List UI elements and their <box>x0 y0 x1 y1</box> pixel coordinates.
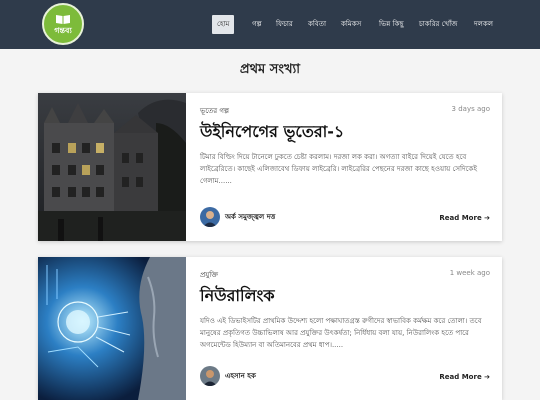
avatar <box>200 366 220 386</box>
nav-item-home[interactable]: হোম <box>212 15 235 34</box>
site-logo[interactable]: গন্তব্য <box>42 3 84 45</box>
avatar-image <box>200 207 220 227</box>
logo-text: গন্তব্য <box>54 25 72 35</box>
page-title: প্রথম সংখ্যা <box>239 62 301 77</box>
nav-item-story[interactable]: গল্প <box>252 15 262 34</box>
book-icon <box>56 14 70 24</box>
nav-item-team[interactable]: দলকল <box>474 15 493 34</box>
post-card[interactable]: প্রযুক্তি 1 week ago নিউরালিংক যদিও এই ড… <box>38 257 502 400</box>
avatar <box>200 207 220 227</box>
nav-item-poem[interactable]: কবিতা <box>308 15 326 34</box>
post-title[interactable]: উইনিপেগের ভূতেরা-১ <box>200 119 344 146</box>
post-time: 1 week ago <box>449 269 490 277</box>
post-thumbnail[interactable] <box>38 93 186 241</box>
post-author[interactable]: অর্ক সমুজ্জ্বল দত্ত <box>200 207 275 227</box>
post-category[interactable]: ভূতের গল্প <box>200 105 229 117</box>
nav-item-jobs[interactable]: চাকরির খোঁজ <box>419 15 457 34</box>
author-name[interactable]: অর্ক সমুজ্জ্বল দত্ত <box>225 211 275 223</box>
author-name[interactable]: এহসান হক <box>225 370 256 382</box>
avatar-image <box>200 366 220 386</box>
post-author[interactable]: এহসান হক <box>200 366 256 386</box>
post-category[interactable]: প্রযুক্তি <box>200 269 218 281</box>
post-body: ভূতের গল্প 3 days ago উইনিপেগের ভূতেরা-১… <box>200 93 490 241</box>
haunted-building-image <box>38 93 186 241</box>
top-navbar: গন্তব্য হোম গল্প ফিচার কবিতা কমিকস ভিন্ন… <box>0 0 540 49</box>
post-body: প্রযুক্তি 1 week ago নিউরালিংক যদিও এই ড… <box>200 257 490 400</box>
read-more-link[interactable]: Read More ➔ <box>439 214 490 222</box>
post-excerpt: টিমার বিল্ডিং দিয়ে টানেলে ঢুকতে চেষ্টা … <box>200 153 477 185</box>
post-thumbnail[interactable] <box>38 257 186 400</box>
nav-item-feature[interactable]: ফিচার <box>276 15 293 34</box>
post-title[interactable]: নিউরালিংক <box>200 283 275 310</box>
read-more-link[interactable]: Read More ➔ <box>439 373 490 381</box>
post-card[interactable]: ভূতের গল্প 3 days ago উইনিপেগের ভূতেরা-১… <box>38 93 502 241</box>
post-excerpt: যদিও এই ডিভাইসটির প্রাথমিক উদ্দেশ্য হলো … <box>200 317 482 349</box>
nav-item-comics[interactable]: কমিকস <box>341 15 361 34</box>
post-time: 3 days ago <box>451 105 490 113</box>
neural-head-image <box>38 257 186 400</box>
nav-item-misc[interactable]: ভিন্ন কিছু <box>379 15 404 34</box>
